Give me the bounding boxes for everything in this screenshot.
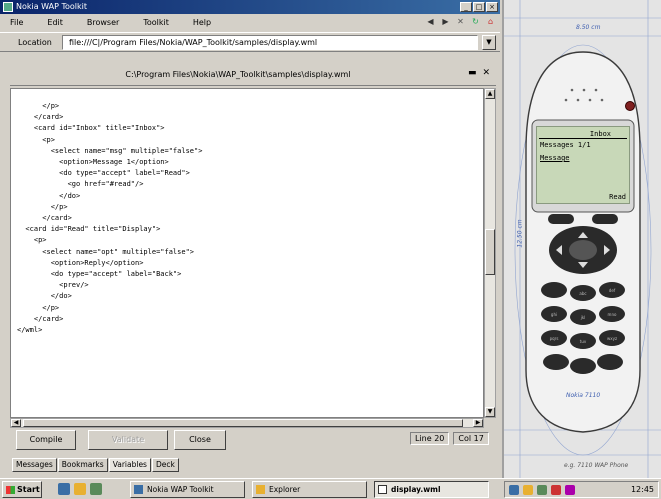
phone-drawing: abc def ghi jkl mno pqrs tuv wxyz (504, 0, 661, 478)
close-doc-icon[interactable]: ✕ (482, 68, 490, 78)
menu-edit[interactable]: Edit (47, 18, 63, 27)
document-header: C:\Program Files\Nokia\WAP_Toolkit\sampl… (10, 58, 496, 86)
desktop-icon[interactable] (58, 483, 70, 495)
address-bar: Location file:///C|/Program Files/Nokia/… (0, 32, 500, 52)
task-icon (256, 485, 265, 494)
forward-icon[interactable]: ▶ (440, 16, 451, 27)
scroll-left-arrow[interactable]: ◀ (11, 419, 21, 427)
clock: 12:45 (630, 485, 654, 494)
svg-text:wxyz: wxyz (607, 336, 617, 341)
svg-text:abc: abc (579, 291, 586, 296)
screen-line-1: Messages 1/1 (540, 141, 591, 149)
code-text[interactable]: </p> </card> <card id="Inbox" title="Inb… (11, 89, 483, 336)
tab-messages[interactable]: Messages (12, 458, 57, 472)
address-input[interactable]: file:///C|/Program Files/Nokia/WAP_Toolk… (62, 35, 478, 50)
svg-text:tuv: tuv (580, 339, 587, 344)
compile-button[interactable]: Compile (16, 430, 76, 450)
close-window-button[interactable]: × (486, 2, 498, 12)
close-button[interactable]: Close (174, 430, 226, 450)
taskbar: Start Nokia WAP Toolkit Explorer display… (0, 478, 661, 499)
menu-toolkit[interactable]: Toolkit (143, 18, 169, 27)
app-icon (3, 2, 13, 12)
code-editor[interactable]: </p> </card> <card id="Inbox" title="Inb… (10, 88, 484, 418)
svg-text:def: def (609, 288, 616, 293)
address-label: Location (18, 38, 52, 47)
phone-display: Inbox Messages 1/1 Message Read (536, 126, 630, 204)
minimize-button[interactable]: _ (460, 2, 472, 12)
screen-line-2[interactable]: Message (540, 154, 570, 162)
network-icon[interactable] (509, 485, 519, 495)
maximize-button[interactable]: □ (473, 2, 485, 12)
toolkit-window: Nokia WAP Toolkit _ □ × File Edit Browse… (0, 0, 500, 478)
phone-simulator: abc def ghi jkl mno pqrs tuv wxyz Inbox Messa… (502, 0, 661, 478)
svg-text:mno: mno (608, 312, 617, 317)
scroll-down-arrow[interactable]: ▼ (485, 407, 495, 417)
tab-variables[interactable]: Variables (108, 458, 151, 472)
vertical-scrollbar[interactable]: ▲ ▼ (484, 88, 496, 418)
dimension-side: 12.50 cm (516, 219, 524, 248)
power-button[interactable] (625, 101, 635, 111)
task-label: display.wml (391, 485, 441, 494)
dimension-bottom: Nokia 7110 (566, 392, 601, 399)
task-wap-toolkit[interactable]: Nokia WAP Toolkit (130, 481, 245, 498)
line-indicator: Line 20 (410, 432, 450, 445)
menu-browser[interactable]: Browser (87, 18, 119, 27)
task-icon (134, 485, 143, 494)
tab-bookmarks[interactable]: Bookmarks (57, 458, 108, 472)
svg-text:jkl: jkl (580, 315, 586, 320)
tab-deck[interactable]: Deck (151, 458, 179, 472)
screen-softkey-label: Read (609, 193, 626, 201)
right-softkey[interactable] (592, 214, 618, 224)
col-indicator: Col 17 (453, 432, 489, 445)
browser-icon[interactable] (74, 483, 86, 495)
task-explorer[interactable]: Explorer (252, 481, 367, 498)
scroll-right-arrow[interactable]: ▶ (473, 419, 483, 427)
dimension-top: 8.50 cm (576, 24, 601, 31)
menu-file[interactable]: File (10, 18, 23, 27)
title-bar[interactable]: Nokia WAP Toolkit _ □ × (0, 0, 500, 14)
tray-misc-icon[interactable] (565, 485, 575, 495)
back-icon[interactable]: ◀ (425, 16, 436, 27)
tray-alert-icon[interactable] (551, 485, 561, 495)
tray-app-icon[interactable] (537, 485, 547, 495)
validate-button[interactable]: Validate (88, 430, 168, 450)
task-display-wml[interactable]: display.wml (374, 481, 489, 498)
home-icon[interactable]: ⌂ (485, 16, 496, 27)
task-icon (378, 485, 387, 494)
cursor-position: Line 20 Col 17 (410, 432, 489, 445)
horizontal-scroll-thumb[interactable] (23, 419, 463, 427)
bottom-tabs: Messages Bookmarks Variables Deck (12, 458, 180, 472)
toolbar: ◀ ▶ ✕ ↻ ⌂ (425, 16, 496, 27)
window-title: Nokia WAP Toolkit (16, 2, 88, 11)
explorer-quick-icon[interactable] (90, 483, 102, 495)
menu-help[interactable]: Help (193, 18, 211, 27)
task-label: Nokia WAP Toolkit (147, 485, 214, 494)
left-softkey[interactable] (548, 214, 574, 224)
stop-icon[interactable]: ✕ (455, 16, 466, 27)
phone-caption: e.g. 7110 WAP Phone (564, 462, 629, 469)
vertical-scroll-thumb[interactable] (485, 229, 495, 275)
svg-text:pqrs: pqrs (550, 336, 559, 341)
start-label: Start (17, 485, 40, 494)
horizontal-scrollbar[interactable]: ◀ ▶ (10, 418, 484, 428)
start-button[interactable]: Start (2, 481, 42, 498)
address-dropdown-button[interactable]: ▼ (482, 35, 496, 50)
system-tray: 12:45 (504, 481, 659, 498)
svg-text:ghi: ghi (551, 312, 557, 317)
volume-icon[interactable] (523, 485, 533, 495)
windows-logo-icon (6, 486, 15, 494)
scroll-up-arrow[interactable]: ▲ (485, 89, 495, 99)
screen-header: Inbox (539, 130, 627, 139)
reload-icon[interactable]: ↻ (470, 16, 481, 27)
minimize-doc-icon[interactable]: ▬ (468, 68, 477, 78)
task-label: Explorer (269, 485, 301, 494)
document-title: C:\Program Files\Nokia\WAP_Toolkit\sampl… (125, 70, 351, 79)
